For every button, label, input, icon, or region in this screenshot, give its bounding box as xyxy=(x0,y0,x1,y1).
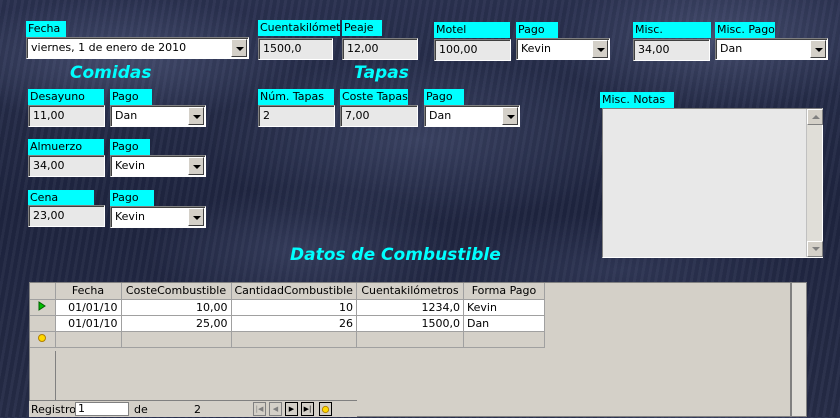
coste-tapas-label: Coste Tapas xyxy=(340,89,408,105)
de-label: de xyxy=(134,403,148,416)
misc-pago-dropdown[interactable]: Dan xyxy=(715,38,828,60)
chevron-down-icon[interactable] xyxy=(188,208,204,226)
chevron-down-icon[interactable] xyxy=(810,40,826,58)
peaje-label: Peaje xyxy=(342,20,382,36)
chevron-down-icon[interactable] xyxy=(592,40,608,58)
num-tapas-field[interactable]: 2 xyxy=(258,105,335,127)
registro-label: Registro xyxy=(31,403,77,416)
col-header-forma-pago[interactable]: Forma Pago xyxy=(463,283,545,300)
cell-forma-pago[interactable]: Dan xyxy=(463,315,545,332)
cena-pago-label: Pago xyxy=(110,190,154,206)
pago-motel-dropdown[interactable]: Kevin xyxy=(516,38,610,60)
cell-cuentakm[interactable]: 1234,0 xyxy=(356,299,464,316)
scroll-down-icon[interactable] xyxy=(807,241,823,257)
misc-label: Misc. xyxy=(633,22,711,38)
comidas-heading: Comidas xyxy=(70,63,152,83)
tapas-heading: Tapas xyxy=(354,63,409,83)
cuentakm-label: Cuentakilómetros xyxy=(258,20,340,36)
prev-record-icon[interactable]: ◀ xyxy=(269,402,282,416)
new-record-row[interactable] xyxy=(30,331,545,348)
tapas-pago-label: Pago xyxy=(424,89,464,105)
col-header-cantidad[interactable]: CantidadCombustible xyxy=(231,283,357,300)
misc-pago-label: Misc. Pago xyxy=(715,22,775,38)
misc-pago-value: Dan xyxy=(720,42,743,55)
fecha-dropdown[interactable]: viernes, 1 de enero de 2010 xyxy=(26,37,249,59)
coste-tapas-field[interactable]: 7,00 xyxy=(340,105,418,127)
misc-notas-label: Misc. Notas xyxy=(600,92,674,108)
cena-pago-dropdown[interactable]: Kevin xyxy=(110,206,206,228)
num-tapas-label: Núm. Tapas xyxy=(258,89,334,105)
cell-fecha[interactable]: 01/01/10 xyxy=(55,315,122,332)
row-header-corner xyxy=(30,283,56,300)
cena-label: Cena xyxy=(28,190,94,206)
notes-scrollbar[interactable] xyxy=(806,109,823,257)
chevron-down-icon[interactable] xyxy=(188,157,204,175)
cena-field[interactable]: 23,00 xyxy=(28,205,105,227)
col-header-fecha[interactable]: Fecha xyxy=(55,283,122,300)
row-header[interactable] xyxy=(30,315,56,332)
desayuno-field[interactable]: 11,00 xyxy=(28,105,105,127)
new-record-button[interactable] xyxy=(319,402,332,416)
almuerzo-pago-label: Pago xyxy=(110,139,150,155)
scroll-up-icon[interactable] xyxy=(807,109,823,125)
desayuno-pago-value: Dan xyxy=(115,109,138,122)
almuerzo-pago-dropdown[interactable]: Kevin xyxy=(110,155,206,177)
almuerzo-label: Almuerzo xyxy=(28,139,104,155)
pago-motel-label: Pago xyxy=(516,22,558,38)
motel-label: Motel xyxy=(434,22,510,38)
cell-coste[interactable]: 25,00 xyxy=(121,315,232,332)
combustible-heading: Datos de Combustible xyxy=(290,245,501,265)
pago-motel-value: Kevin xyxy=(521,42,551,55)
misc-notas-textarea[interactable] xyxy=(602,108,823,258)
table-row[interactable]: 01/01/10 25,00 26 1500,0 Dan xyxy=(30,315,545,332)
desayuno-pago-label: Pago xyxy=(110,89,152,105)
cuentakm-field[interactable]: 1500,0 xyxy=(258,38,333,60)
cell-fecha[interactable]: 01/01/10 xyxy=(55,299,122,316)
cell-forma-pago[interactable]: Kevin xyxy=(463,299,545,316)
cell-coste[interactable]: 10,00 xyxy=(121,299,232,316)
misc-field[interactable]: 34,00 xyxy=(633,39,710,61)
almuerzo-field[interactable]: 34,00 xyxy=(28,155,105,177)
cena-pago-value: Kevin xyxy=(115,210,145,223)
first-record-icon[interactable]: |◀ xyxy=(253,402,266,416)
fecha-value: viernes, 1 de enero de 2010 xyxy=(31,41,187,54)
almuerzo-pago-value: Kevin xyxy=(115,159,145,172)
last-record-icon[interactable]: ▶| xyxy=(301,402,314,416)
cell-cuentakm[interactable]: 1500,0 xyxy=(356,315,464,332)
cell-cantidad[interactable]: 26 xyxy=(231,315,357,332)
table-scrollbar[interactable] xyxy=(791,282,807,417)
registro-input[interactable]: 1 xyxy=(75,402,129,416)
fecha-label: Fecha xyxy=(26,21,66,37)
record-navigator: Registro 1 de 2 |◀ ◀ ▶ ▶| xyxy=(29,400,357,417)
chevron-down-icon[interactable] xyxy=(188,107,204,125)
tapas-pago-value: Dan xyxy=(429,109,452,122)
next-record-icon[interactable]: ▶ xyxy=(285,402,298,416)
cell-cantidad[interactable]: 10 xyxy=(231,299,357,316)
chevron-down-icon[interactable] xyxy=(502,107,518,125)
desayuno-label: Desayuno xyxy=(28,89,104,105)
record-total: 2 xyxy=(194,403,201,416)
new-record-icon[interactable] xyxy=(30,331,56,348)
combustible-table[interactable]: Fecha CosteCombustible CantidadCombustib… xyxy=(29,282,791,417)
desayuno-pago-dropdown[interactable]: Dan xyxy=(110,105,206,127)
current-row-icon[interactable] xyxy=(30,299,56,316)
col-header-coste[interactable]: CosteCombustible xyxy=(121,283,232,300)
peaje-field[interactable]: 12,00 xyxy=(342,38,418,60)
motel-field[interactable]: 100,00 xyxy=(434,39,511,61)
tapas-pago-dropdown[interactable]: Dan xyxy=(424,105,520,127)
chevron-down-icon[interactable] xyxy=(231,39,247,57)
table-row[interactable]: 01/01/10 10,00 10 1234,0 Kevin xyxy=(30,299,545,316)
col-header-cuentakm[interactable]: Cuentakilómetros xyxy=(356,283,464,300)
